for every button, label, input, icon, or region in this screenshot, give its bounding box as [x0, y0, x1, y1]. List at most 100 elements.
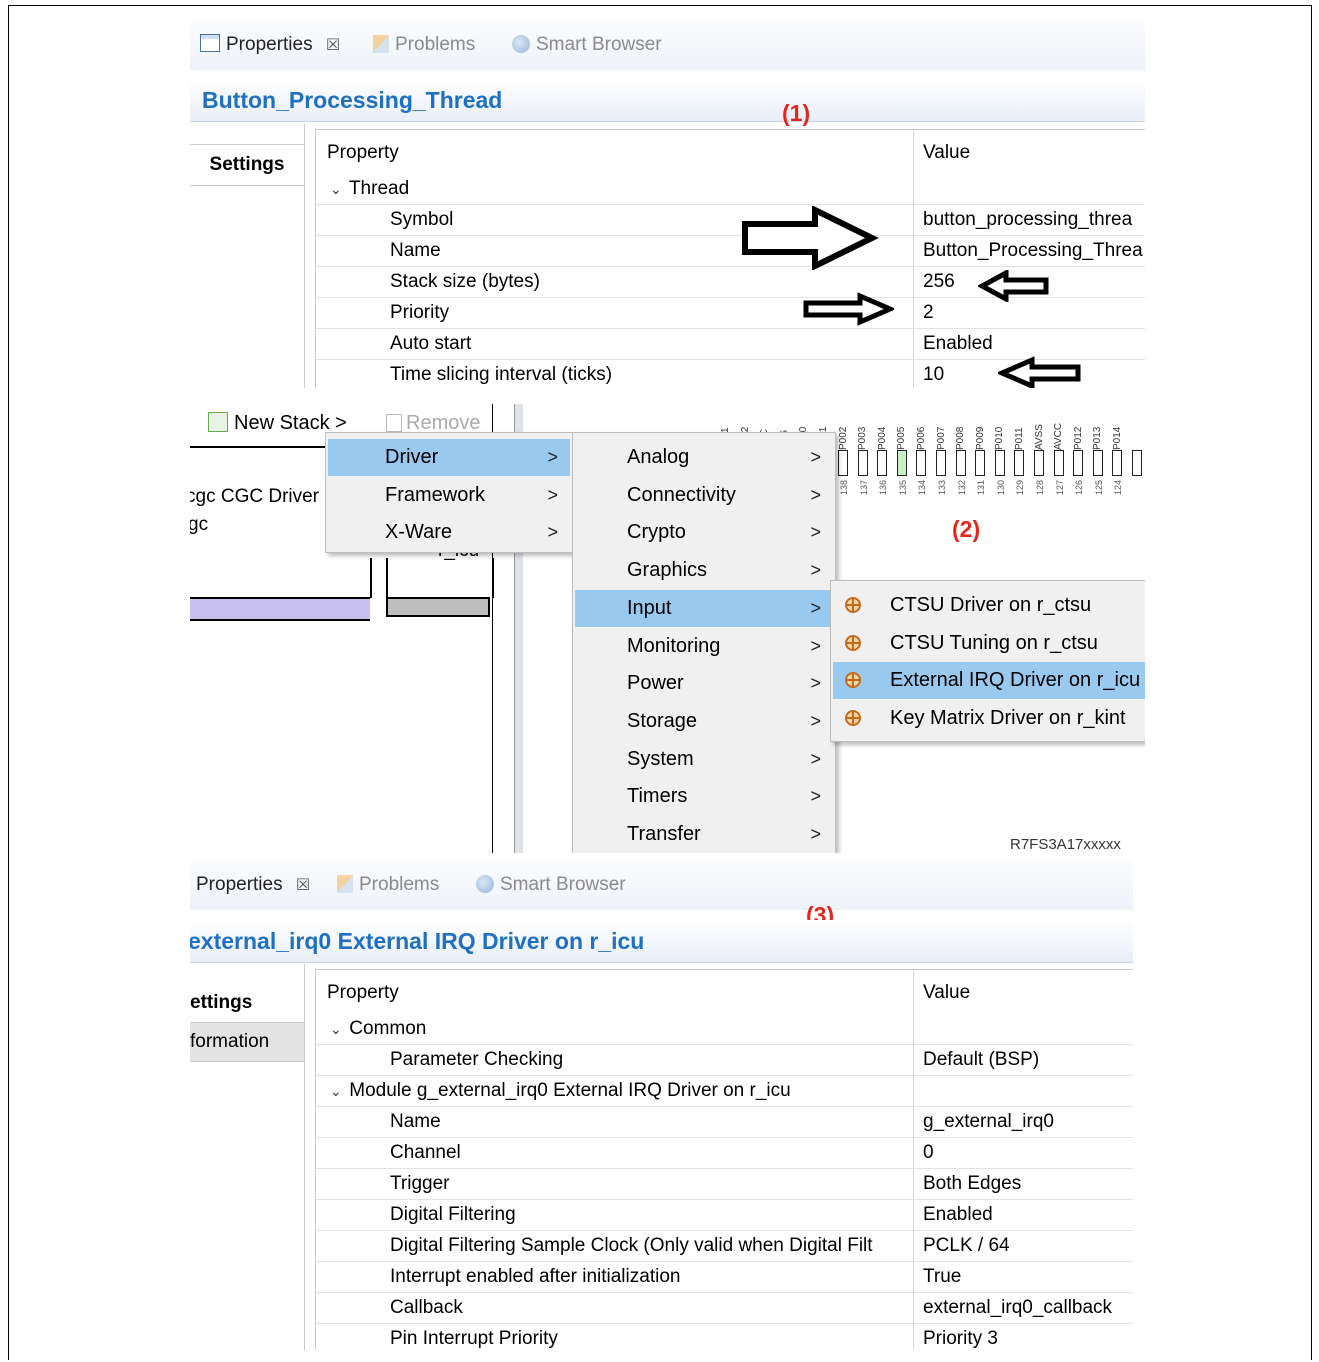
pin-number-label: 132 — [956, 480, 967, 496]
menu-item-storage[interactable]: Storage > — [575, 703, 833, 740]
property-row[interactable]: Interrupt enabled after initialization Tr… — [316, 1261, 1133, 1293]
property-value[interactable]: external_irq0_callback — [923, 1292, 1112, 1323]
chip-pin[interactable] — [1092, 450, 1103, 476]
menu-item-transfer[interactable]: Transfer > — [575, 816, 833, 853]
smart-browser-icon — [476, 875, 494, 893]
chip-pin[interactable] — [1132, 450, 1142, 476]
chip-pin[interactable] — [1073, 450, 1084, 476]
property-value[interactable]: Default (BSP) — [923, 1044, 1039, 1075]
menu-item-framework[interactable]: Framework > — [328, 477, 570, 514]
property-row[interactable]: Callback external_irq0_callback — [316, 1292, 1133, 1324]
chip-pin[interactable] — [1034, 450, 1044, 476]
menu-item-analog[interactable]: Analog > — [575, 439, 833, 476]
menu-item-system[interactable]: System > — [575, 741, 833, 778]
property-row[interactable]: Pin Interrupt Priority Priority 3 — [316, 1323, 1133, 1350]
side-tab-settings[interactable]: Settings — [190, 144, 304, 186]
chip-pin[interactable] — [994, 450, 1005, 476]
menu-item-connectivity[interactable]: Connectivity > — [575, 477, 833, 514]
menu-item-ctsu-tuning-on-r-ctsu[interactable]: CTSU Tuning on r_ctsu — [833, 625, 1145, 662]
menu-item-crypto[interactable]: Crypto > — [575, 514, 833, 551]
menu-item-ctsu-driver-on-r-ctsu[interactable]: CTSU Driver on r_ctsu — [833, 587, 1145, 624]
menu-item-external-irq-driver-on-r-icu[interactable]: External IRQ Driver on r_icu — [833, 662, 1145, 700]
pin-number-label: 134 — [917, 480, 928, 496]
tab-properties[interactable]: Properties ☒ — [200, 20, 340, 70]
pin-number-label: 133 — [937, 480, 947, 496]
chevron-down-icon[interactable]: ⌄ — [330, 1014, 344, 1044]
menu-item-power[interactable]: Power > — [575, 665, 833, 702]
property-value[interactable]: Enabled — [923, 1199, 993, 1230]
chip-pin[interactable] — [975, 450, 986, 476]
property-value[interactable]: 256 — [923, 266, 955, 297]
group-row-module[interactable]: ⌄ Module g_external_irq0 External IRQ Dr… — [316, 1075, 1133, 1107]
chip-pin[interactable] — [1014, 450, 1025, 476]
chip-pin[interactable] — [838, 450, 848, 476]
property-row[interactable]: Digital Filtering Enabled — [316, 1199, 1133, 1231]
property-row[interactable]: Trigger Both Edges — [316, 1168, 1133, 1200]
property-value[interactable]: Enabled — [923, 328, 993, 359]
menu-item-driver[interactable]: Driver > — [328, 439, 570, 476]
property-row[interactable]: Parameter Checking Default (BSP) — [316, 1044, 1133, 1076]
property-value[interactable]: 0 — [923, 1137, 934, 1168]
smart-browser-icon — [512, 35, 530, 53]
pin-name-label: P011 — [1014, 427, 1025, 450]
menu-item-x-ware[interactable]: X-Ware > — [328, 514, 570, 551]
property-row[interactable]: Digital Filtering Sample Clock (Only val… — [316, 1230, 1133, 1262]
tab-smart-browser[interactable]: Smart Browser — [512, 20, 662, 70]
chip-pin[interactable] — [1053, 450, 1064, 476]
group-row-thread[interactable]: ⌄ Thread — [316, 173, 1145, 205]
close-icon[interactable]: ☒ — [326, 37, 340, 54]
property-value[interactable]: PCLK / 64 — [923, 1230, 1010, 1261]
property-value[interactable]: Priority 3 — [923, 1323, 998, 1350]
property-value[interactable]: 2 — [923, 297, 934, 328]
tab-problems[interactable]: Problems — [337, 860, 439, 910]
menu-item-timers[interactable]: Timers > — [575, 778, 833, 815]
property-row[interactable]: Name g_external_irq0 — [316, 1106, 1133, 1138]
pin-number-label: 135 — [897, 480, 908, 496]
side-tab-information[interactable]: formation — [190, 1022, 304, 1062]
property-value[interactable]: Button_Processing_Threa — [923, 235, 1143, 266]
pin-number-label: 131 — [976, 480, 987, 496]
menu-item-label: Timers — [627, 785, 688, 808]
menu-item-key-matrix-driver-on-r-kint[interactable]: Key Matrix Driver on r_kint — [833, 700, 1145, 737]
panel-title-bar: external_irq0 External IRQ Driver on r_i… — [190, 920, 1133, 963]
property-key: Time slicing interval (ticks) — [390, 364, 613, 385]
chip-pin[interactable] — [857, 450, 868, 476]
tab-label: Properties — [226, 34, 313, 55]
annotation-label: (1) — [782, 100, 811, 126]
property-key: Name — [390, 1111, 441, 1132]
property-value[interactable]: True — [923, 1261, 961, 1292]
chip-pin[interactable] — [877, 450, 888, 476]
menu-item-graphics[interactable]: Graphics > — [575, 552, 833, 589]
chevron-right-icon: > — [547, 447, 558, 467]
property-row[interactable]: Name Button_Processing_Threa — [316, 235, 1145, 267]
chip-pin[interactable] — [1112, 450, 1123, 476]
pin-number-label: 136 — [878, 480, 889, 496]
tab-problems[interactable]: Problems — [373, 20, 475, 70]
group-row-common[interactable]: ⌄ Common — [316, 1013, 1133, 1045]
menu-item-input[interactable]: Input > — [575, 589, 833, 627]
property-value[interactable]: 10 — [923, 359, 944, 388]
close-icon[interactable]: ☒ — [296, 877, 310, 894]
chip-pin[interactable] — [955, 450, 966, 476]
side-tab-settings[interactable]: ettings — [190, 986, 304, 1020]
chip-pin[interactable] — [936, 450, 946, 476]
panel-title-bar: Button_Processing_Thread — [190, 79, 1145, 122]
menu-item-monitoring[interactable]: Monitoring > — [575, 628, 833, 665]
chip-pin[interactable] — [896, 450, 907, 476]
chevron-down-icon[interactable]: ⌄ — [330, 174, 344, 204]
property-row[interactable]: Channel 0 — [316, 1137, 1133, 1169]
property-value[interactable]: Both Edges — [923, 1168, 1021, 1199]
pin-name-label: P003 — [857, 426, 869, 450]
property-value[interactable]: button_processing_threa — [923, 204, 1132, 235]
chip-pin[interactable] — [916, 450, 927, 476]
chevron-right-icon: > — [810, 447, 821, 467]
chevron-down-icon[interactable]: ⌄ — [330, 1076, 344, 1106]
property-value[interactable]: g_external_irq0 — [923, 1106, 1054, 1137]
new-stack-icon — [208, 412, 228, 432]
chevron-right-icon: > — [810, 748, 821, 769]
tab-properties[interactable]: Properties ☒ — [196, 860, 310, 910]
menu-item-label: CTSU Driver on r_ctsu — [890, 594, 1092, 616]
menu-item-label: Graphics — [627, 559, 708, 582]
property-row[interactable]: Symbol button_processing_threa — [316, 204, 1145, 236]
tab-smart-browser[interactable]: Smart Browser — [476, 860, 626, 910]
